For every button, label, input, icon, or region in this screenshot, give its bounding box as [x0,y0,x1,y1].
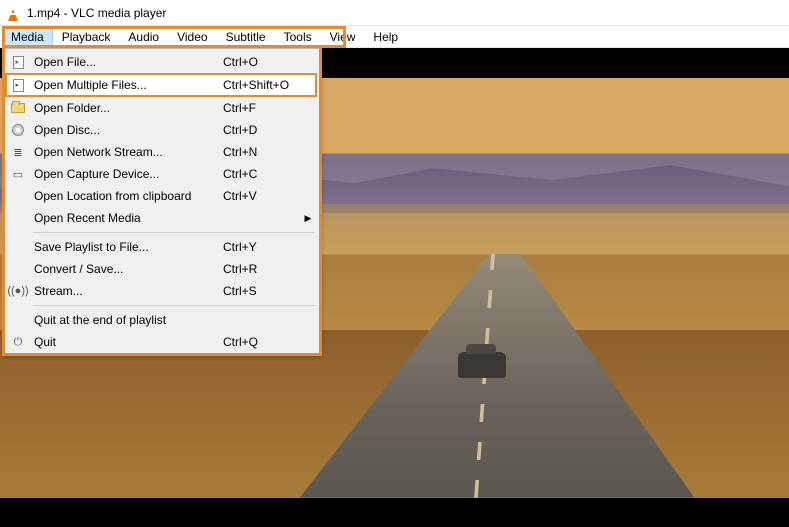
menu-audio[interactable]: Audio [119,28,168,46]
menubar: Media Playback Audio Video Subtitle Tool… [0,26,789,48]
menu-playback[interactable]: Playback [53,28,120,46]
disc-icon [8,122,28,138]
menu-open-capture-device[interactable]: ▭ Open Capture Device... Ctrl+C [5,163,317,185]
menu-shortcut: Ctrl+C [223,167,303,181]
window-title: 1.mp4 - VLC media player [27,6,166,20]
menu-open-file[interactable]: Open File... Ctrl+O [5,51,317,73]
menu-open-disc[interactable]: Open Disc... Ctrl+D [5,119,317,141]
menu-shortcut: Ctrl+O [223,55,303,69]
menu-quit-end-playlist[interactable]: Quit at the end of playlist [5,309,317,331]
menu-label: Quit [28,335,223,349]
menu-open-recent-media[interactable]: Open Recent Media ▶ [5,207,317,229]
menu-label: Open Location from clipboard [28,189,223,203]
menu-shortcut: Ctrl+F [223,101,303,115]
menu-separator [33,232,315,233]
menu-shortcut: Ctrl+S [223,284,303,298]
menu-label: Stream... [28,284,223,298]
menu-open-folder[interactable]: Open Folder... Ctrl+F [5,97,317,119]
blank-icon [8,312,28,328]
menu-label: Open Folder... [28,101,223,115]
menu-quit[interactable]: ⏻ Quit Ctrl+Q [5,331,317,353]
menu-label: Open Disc... [28,123,223,137]
menu-open-multiple-files[interactable]: Open Multiple Files... Ctrl+Shift+O [5,73,317,97]
blank-icon [8,188,28,204]
quit-icon: ⏻ [8,334,28,350]
network-icon: ≣ [8,144,28,160]
vlc-cone-icon [5,5,21,21]
menu-view[interactable]: View [321,28,365,46]
menu-shortcut: Ctrl+Q [223,335,303,349]
menu-subtitle[interactable]: Subtitle [217,28,275,46]
file-play-icon [8,54,28,70]
capture-icon: ▭ [8,166,28,182]
menu-stream[interactable]: ((●)) Stream... Ctrl+S [5,280,317,302]
menu-label: Open File... [28,55,223,69]
stream-icon: ((●)) [8,283,28,299]
submenu-arrow-icon: ▶ [303,213,313,224]
menu-shortcut: Ctrl+Y [223,240,303,254]
menu-label: Open Network Stream... [28,145,223,159]
menu-shortcut: Ctrl+R [223,262,303,276]
menu-label: Save Playlist to File... [28,240,223,254]
menu-open-location-clipboard[interactable]: Open Location from clipboard Ctrl+V [5,185,317,207]
file-play-icon [8,77,28,93]
menu-video[interactable]: Video [168,28,216,46]
menu-shortcut: Ctrl+N [223,145,303,159]
blank-icon [8,210,28,226]
menu-label: Quit at the end of playlist [28,313,223,327]
menu-save-playlist[interactable]: Save Playlist to File... Ctrl+Y [5,236,317,258]
menu-open-network-stream[interactable]: ≣ Open Network Stream... Ctrl+N [5,141,317,163]
menu-shortcut: Ctrl+V [223,189,303,203]
menu-label: Open Recent Media [28,211,223,225]
menu-label: Open Multiple Files... [28,78,223,92]
menu-separator [33,305,315,306]
menu-shortcut: Ctrl+Shift+O [223,78,303,92]
titlebar: 1.mp4 - VLC media player [0,0,789,26]
menu-label: Convert / Save... [28,262,223,276]
media-menu-dropdown: Open File... Ctrl+O Open Multiple Files.… [2,48,320,356]
menu-convert-save[interactable]: Convert / Save... Ctrl+R [5,258,317,280]
menu-media[interactable]: Media [2,28,53,46]
blank-icon [8,261,28,277]
menu-help[interactable]: Help [364,28,407,46]
video-scene-car [458,352,506,378]
folder-icon [8,100,28,116]
menu-tools[interactable]: Tools [275,28,321,46]
menu-shortcut: Ctrl+D [223,123,303,137]
blank-icon [8,239,28,255]
menu-label: Open Capture Device... [28,167,223,181]
